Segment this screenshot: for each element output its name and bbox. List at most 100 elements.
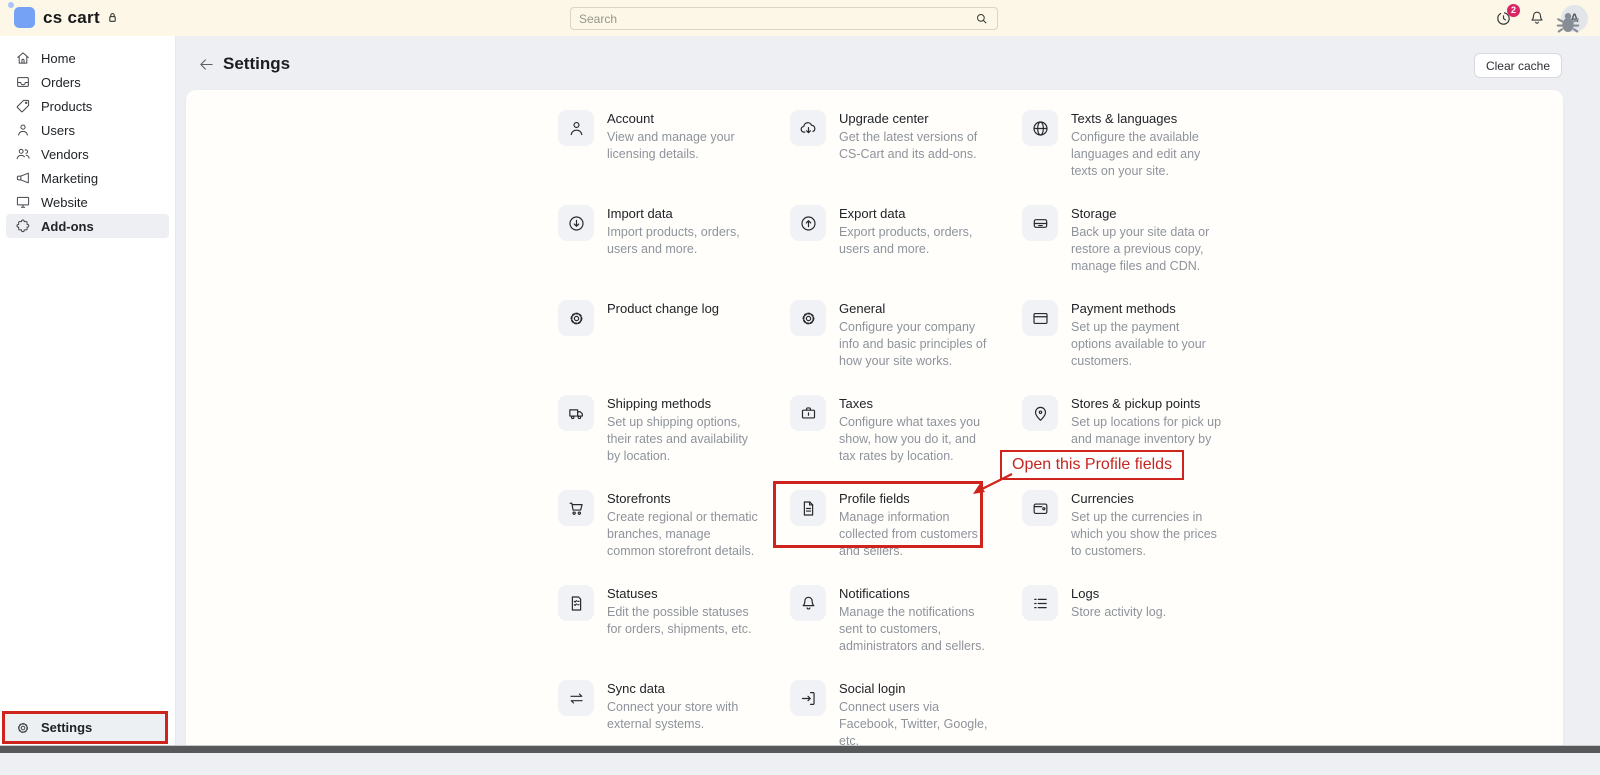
- puzzle-icon: [15, 218, 31, 234]
- settings-item-title: Texts & languages: [1071, 111, 1223, 126]
- settings-item-text: Export dataExport products, orders, user…: [839, 205, 991, 258]
- activity-timer-button[interactable]: 2: [1494, 9, 1513, 28]
- window-bottom-edge: [0, 745, 1600, 753]
- sidebar-item-label: Marketing: [41, 171, 98, 186]
- settings-item-profile-fields[interactable]: Profile fieldsManage information collect…: [790, 490, 1022, 585]
- settings-item-title: Import data: [607, 206, 759, 221]
- settings-item-icon-box: [1022, 585, 1058, 621]
- settings-item-import-data[interactable]: Import dataImport products, orders, user…: [558, 205, 790, 300]
- sidebar-item-settings[interactable]: Settings: [5, 714, 165, 741]
- settings-item-icon-box: [1022, 395, 1058, 431]
- users-icon: [15, 146, 31, 162]
- settings-item-title: Shipping methods: [607, 396, 759, 411]
- gear-icon: [15, 720, 31, 736]
- search-icon[interactable]: [974, 11, 989, 26]
- search-input[interactable]: [571, 12, 974, 26]
- gear-icon: [567, 309, 586, 328]
- settings-item-icon-box: [790, 300, 826, 336]
- status-doc-icon: [567, 594, 586, 613]
- login-icon: [799, 689, 818, 708]
- cloud-download-icon: [799, 119, 818, 138]
- inbox-icon: [15, 74, 31, 90]
- sidebar-item-add-ons[interactable]: Add-ons: [6, 214, 169, 238]
- user-avatar[interactable]: A: [1561, 5, 1588, 32]
- settings-item-description: Back up your site data or restore a prev…: [1071, 224, 1223, 275]
- map-pin-icon: [1031, 404, 1050, 423]
- tag-icon: [15, 98, 31, 114]
- settings-item-icon-box: [1022, 300, 1058, 336]
- lock-icon[interactable]: [104, 9, 121, 26]
- sidebar-item-label: Products: [41, 99, 92, 114]
- settings-item-description: Configure your company info and basic pr…: [839, 319, 991, 370]
- settings-item-shipping-methods[interactable]: Shipping methods Set up shipping options,…: [558, 395, 790, 490]
- sidebar-item-orders[interactable]: Orders: [6, 70, 169, 94]
- settings-item-export-data[interactable]: Export dataExport products, orders, user…: [790, 205, 1022, 300]
- settings-item-texts-languages[interactable]: Texts & languages Configure the available…: [1022, 110, 1254, 205]
- sidebar-item-home[interactable]: Home: [6, 46, 169, 70]
- settings-item-text: NotificationsManage the notifications se…: [839, 585, 991, 655]
- settings-item-storage[interactable]: StorageBack up your site data or restore…: [1022, 205, 1254, 300]
- briefcase-icon: [799, 404, 818, 423]
- settings-item-text: Payment methodsSet up the payment option…: [1071, 300, 1223, 370]
- settings-item-logs[interactable]: LogsStore activity log.: [1022, 585, 1254, 680]
- bell-icon[interactable]: [1528, 9, 1546, 27]
- settings-item-text: Upgrade centerGet the latest versions of…: [839, 110, 991, 163]
- settings-item-text: TaxesConfigure what taxes you show, how …: [839, 395, 991, 465]
- back-button[interactable]: [198, 56, 215, 73]
- settings-item-icon-box: [558, 680, 594, 716]
- sidebar-item-label: Website: [41, 195, 88, 210]
- settings-item-description: Connect users via Facebook, Twitter, Goo…: [839, 699, 991, 750]
- settings-item-text: LogsStore activity log.: [1071, 585, 1223, 621]
- settings-item-title: Currencies: [1071, 491, 1223, 506]
- cscart-logo[interactable]: cs cart: [14, 7, 100, 28]
- settings-item-account[interactable]: AccountView and manage your licensing de…: [558, 110, 790, 205]
- settings-item-payment-methods[interactable]: Payment methodsSet up the payment option…: [1022, 300, 1254, 395]
- sidebar-item-products[interactable]: Products: [6, 94, 169, 118]
- settings-item-icon-box: [558, 110, 594, 146]
- settings-item-icon-box: [790, 490, 826, 526]
- settings-item-upgrade-center[interactable]: Upgrade centerGet the latest versions of…: [790, 110, 1022, 205]
- cart-icon: [567, 499, 586, 518]
- settings-item-text: Stores & pickup pointsSet up locations f…: [1071, 395, 1223, 465]
- sidebar-item-website[interactable]: Website: [6, 190, 169, 214]
- clear-cache-button[interactable]: Clear cache: [1474, 53, 1562, 78]
- settings-item-icon-box: [558, 300, 594, 336]
- settings-item-statuses[interactable]: StatusesEdit the possible statuses for o…: [558, 585, 790, 680]
- notification-count-badge: 2: [1507, 4, 1520, 17]
- settings-item-title: Taxes: [839, 396, 991, 411]
- settings-item-icon-box: [558, 395, 594, 431]
- drive-icon: [1031, 214, 1050, 233]
- settings-item-icon-box: [790, 680, 826, 716]
- user-icon: [567, 119, 586, 138]
- settings-item-currencies[interactable]: CurrenciesSet up the currencies in which…: [1022, 490, 1254, 585]
- settings-item-social-login[interactable]: Social loginConnect users via Facebook, …: [790, 680, 1022, 775]
- sidebar-item-vendors[interactable]: Vendors: [6, 142, 169, 166]
- settings-item-description: Set up shipping options, their rates and…: [607, 414, 759, 465]
- sidebar-item-marketing[interactable]: Marketing: [6, 166, 169, 190]
- bug-icon: [1553, 8, 1583, 38]
- settings-item-general[interactable]: GeneralConfigure your company info and b…: [790, 300, 1022, 395]
- settings-annotation-box: Settings: [2, 711, 168, 744]
- settings-item-taxes[interactable]: TaxesConfigure what taxes you show, how …: [790, 395, 1022, 490]
- sidebar-item-label: Vendors: [41, 147, 89, 162]
- wallet-icon: [1031, 499, 1050, 518]
- settings-item-description: Set up the payment options available to …: [1071, 319, 1223, 370]
- bell-icon: [799, 594, 818, 613]
- settings-item-description: Configure the available languages and ed…: [1071, 129, 1223, 180]
- settings-item-text: Product change log: [607, 300, 759, 319]
- settings-item-text: StatusesEdit the possible statuses for o…: [607, 585, 759, 638]
- settings-item-notifications[interactable]: NotificationsManage the notifications se…: [790, 585, 1022, 680]
- settings-item-product-change-log[interactable]: Product change log: [558, 300, 790, 395]
- settings-item-title: Profile fields: [839, 491, 991, 506]
- arrow-up-circle-icon: [799, 214, 818, 233]
- settings-item-text: Import dataImport products, orders, user…: [607, 205, 759, 258]
- settings-item-stores-pickup-points[interactable]: Stores & pickup pointsSet up locations f…: [1022, 395, 1254, 490]
- settings-item-storefronts[interactable]: StorefrontsCreate regional or thematic b…: [558, 490, 790, 585]
- settings-item-description: Store activity log.: [1071, 604, 1223, 621]
- sidebar-item-users[interactable]: Users: [6, 118, 169, 142]
- settings-item-icon-box: [790, 110, 826, 146]
- page-title: Settings: [223, 54, 290, 74]
- settings-item-description: Set up locations for pick up and manage …: [1071, 414, 1223, 465]
- settings-item-icon-box: [1022, 110, 1058, 146]
- settings-item-sync-data[interactable]: Sync dataConnect your store with externa…: [558, 680, 790, 775]
